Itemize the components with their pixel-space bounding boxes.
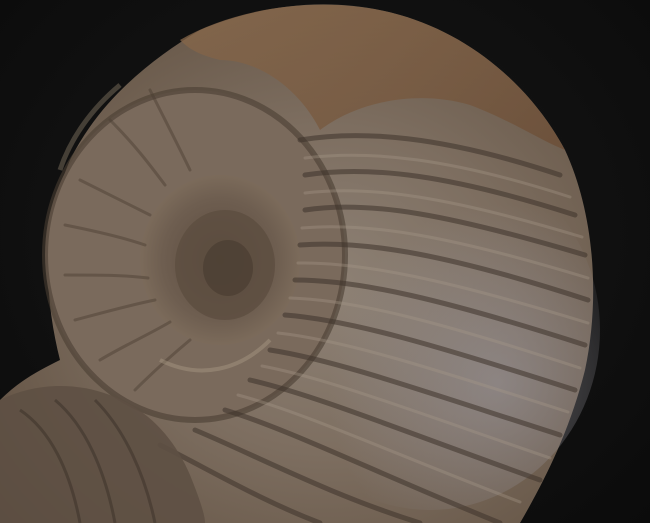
ammonite-fossil-photo bbox=[0, 4, 600, 523]
photo-frame bbox=[0, 0, 650, 523]
